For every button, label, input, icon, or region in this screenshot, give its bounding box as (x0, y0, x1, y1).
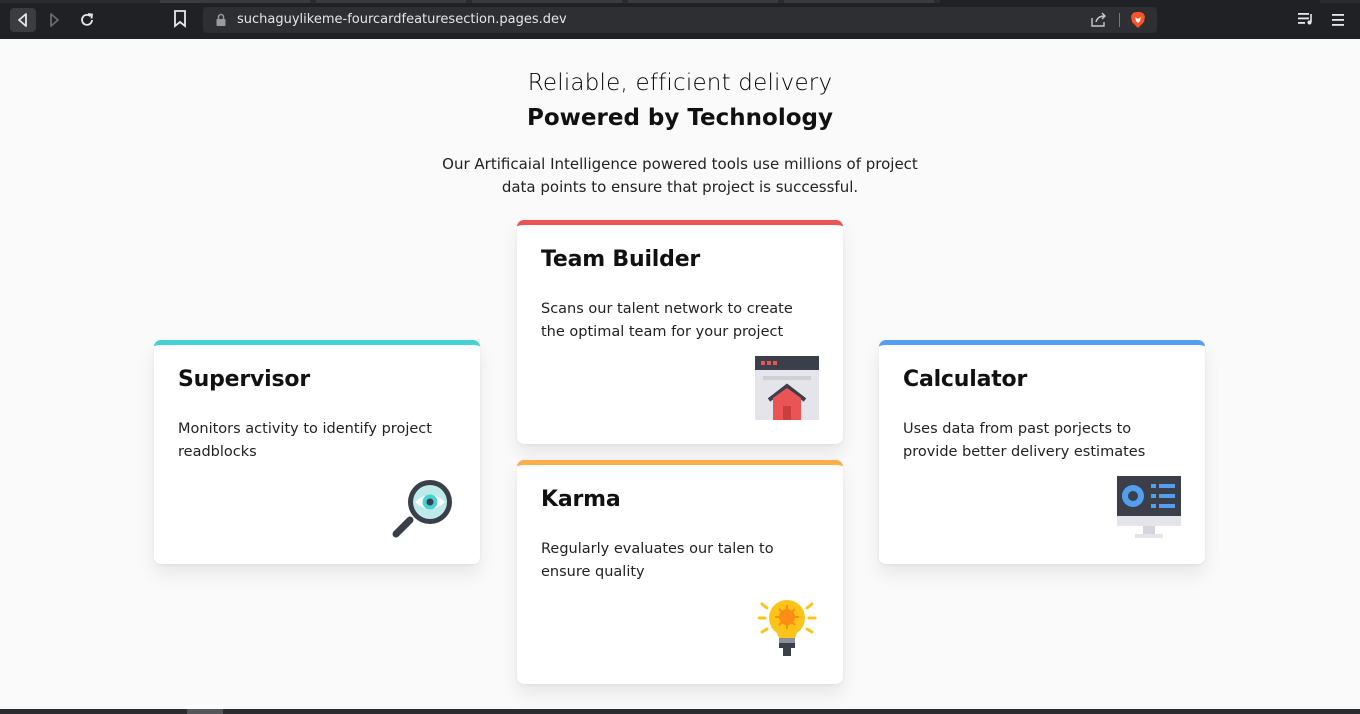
url-text[interactable]: suchaguylikeme-fourcardfeaturesection.pa… (237, 7, 567, 33)
playlist-button[interactable] (1297, 11, 1315, 31)
page-description: Our Artificaial Intelligence powered too… (442, 155, 918, 196)
bookmark-button[interactable] (173, 10, 187, 32)
lock-icon[interactable] (215, 13, 227, 27)
monitor-dashboard-icon (1117, 476, 1181, 538)
horizontal-scrollbar[interactable] (0, 709, 1360, 714)
tab-segment[interactable] (784, 0, 934, 3)
tab-segment[interactable] (628, 0, 778, 3)
page-header: Reliable, efficient delivery Powered by … (0, 68, 1360, 199)
card-text: Uses data from past porjects to provide … (903, 421, 1146, 460)
bookmark-icon (174, 10, 186, 28)
browser-toolbar: suchaguylikeme-fourcardfeaturesection.pa… (0, 0, 1360, 39)
card-supervisor: Supervisor Monitors activity to identify… (154, 340, 480, 564)
menu-button[interactable] (1331, 12, 1345, 31)
card-text: Monitors activity to identify project re… (178, 421, 432, 460)
page-subtitle: Reliable, efficient delivery (527, 70, 833, 96)
card-text: Regularly evaluates our talen to ensure … (541, 541, 774, 580)
browser-home-icon (755, 356, 819, 420)
magnifier-eye-icon (392, 480, 452, 538)
menu-icon (1332, 14, 1344, 26)
card-title: Supervisor (178, 367, 310, 392)
tab-segment[interactable] (160, 0, 310, 3)
address-divider (1119, 13, 1120, 27)
card-calculator: Calculator Uses data from past porjects … (879, 340, 1205, 564)
forward-icon (50, 13, 59, 27)
card-text: Scans our talent network to create the o… (541, 301, 793, 340)
address-bar[interactable]: suchaguylikeme-fourcardfeaturesection.pa… (203, 7, 1157, 33)
reload-button[interactable] (76, 9, 98, 31)
brave-icon[interactable] (1130, 11, 1146, 29)
card-title: Karma (541, 487, 621, 512)
forward-button[interactable] (43, 9, 65, 31)
playlist-icon (1298, 13, 1312, 25)
back-button[interactable] (10, 8, 36, 32)
reload-icon (81, 13, 94, 26)
card-title: Calculator (903, 367, 1028, 392)
page-title: Powered by Technology (527, 105, 833, 131)
tab-segment[interactable] (472, 0, 622, 3)
tab-active[interactable] (940, 0, 1320, 3)
share-icon[interactable] (1090, 12, 1108, 28)
scrollbar-thumb[interactable] (187, 709, 223, 714)
card-title: Team Builder (541, 247, 701, 272)
back-icon (18, 13, 27, 27)
lightbulb-icon (757, 600, 817, 656)
card-team-builder: Team Builder Scans our talent network to… (517, 220, 843, 444)
tab-strip (0, 0, 1360, 3)
tab-segment[interactable] (316, 0, 466, 3)
card-karma: Karma Regularly evaluates our talen to e… (517, 460, 843, 684)
